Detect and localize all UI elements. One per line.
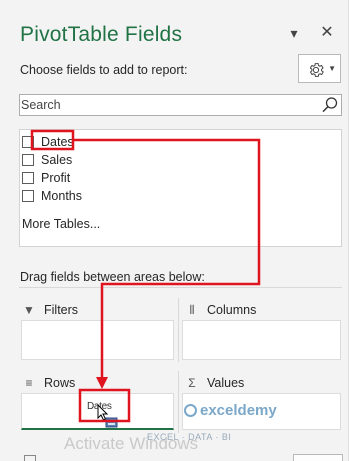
field-checkbox[interactable] bbox=[22, 136, 34, 148]
gear-icon bbox=[309, 63, 324, 77]
sigma-icon: Σ bbox=[188, 376, 196, 390]
chevron-down-icon: ▼ bbox=[328, 64, 336, 73]
annotation-arrowhead bbox=[96, 377, 108, 389]
filter-icon: ▼ bbox=[23, 303, 35, 317]
columns-icon: ⦀ bbox=[189, 302, 195, 317]
more-tables-link[interactable]: More Tables... bbox=[22, 217, 100, 231]
divider bbox=[178, 371, 179, 433]
field-list: Dates Sales Profit Months More Tables... bbox=[19, 129, 342, 247]
pivottable-fields-pane: PivotTable Fields ▾ ✕ Choose fields to a… bbox=[0, 0, 349, 461]
field-checkbox[interactable] bbox=[22, 172, 34, 184]
filters-area-header: ▼ Filters bbox=[21, 300, 78, 320]
filters-label: Filters bbox=[44, 303, 79, 317]
search-icon[interactable] bbox=[321, 96, 339, 114]
field-checkbox[interactable] bbox=[22, 154, 34, 166]
field-item-months[interactable]: Months bbox=[22, 187, 82, 205]
chevron-down-icon[interactable]: ▾ bbox=[285, 24, 303, 42]
columns-label: Columns bbox=[207, 303, 257, 317]
pane-title: PivotTable Fields bbox=[20, 23, 183, 46]
divider bbox=[19, 287, 342, 288]
values-label: Values bbox=[207, 376, 245, 390]
rows-label: Rows bbox=[44, 376, 76, 390]
activate-windows-watermark: Activate Windows bbox=[64, 434, 199, 453]
update-button[interactable] bbox=[293, 454, 343, 461]
defer-update-checkbox[interactable] bbox=[24, 455, 36, 461]
field-label: Sales bbox=[41, 153, 73, 167]
field-label: Months bbox=[41, 189, 82, 203]
exceldemy-logo-icon bbox=[184, 404, 197, 417]
brand-watermark: exceldemy bbox=[200, 402, 277, 419]
field-item-dates[interactable]: Dates bbox=[22, 133, 74, 151]
field-checkbox[interactable] bbox=[22, 190, 34, 202]
field-label: Profit bbox=[41, 171, 71, 185]
search-field[interactable] bbox=[19, 94, 342, 116]
field-item-profit[interactable]: Profit bbox=[22, 169, 70, 187]
filters-drop-zone[interactable] bbox=[21, 320, 174, 360]
search-input[interactable] bbox=[21, 96, 313, 114]
tools-settings-button[interactable]: ▼ bbox=[298, 54, 341, 83]
columns-drop-zone[interactable] bbox=[182, 320, 341, 360]
drag-cursor-icon bbox=[97, 404, 118, 428]
field-item-sales[interactable]: Sales bbox=[22, 151, 72, 169]
drag-fields-label: Drag fields between areas below: bbox=[20, 270, 205, 284]
rows-icon: ≡ bbox=[25, 376, 33, 390]
divider bbox=[178, 298, 179, 362]
choose-fields-label: Choose fields to add to report: bbox=[20, 63, 188, 77]
values-area-header: Σ Values bbox=[184, 373, 244, 393]
close-icon[interactable]: ✕ bbox=[318, 24, 336, 42]
rows-area-header: ≡ Rows bbox=[21, 373, 75, 393]
field-label: Dates bbox=[41, 135, 74, 149]
columns-area-header: ⦀ Columns bbox=[184, 300, 256, 320]
